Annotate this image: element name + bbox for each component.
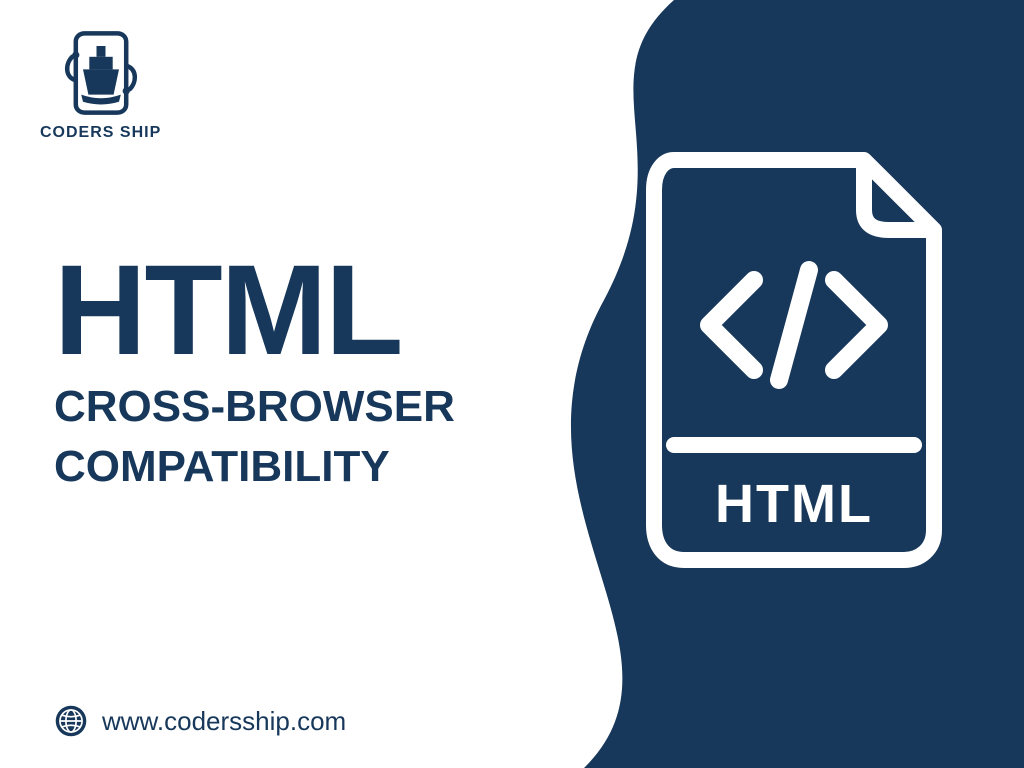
- headline-block: HTML CROSS-BROWSER COMPATIBILITY: [54, 250, 455, 493]
- headline-title: HTML: [54, 250, 455, 372]
- brand-name: CODERS SHIP: [40, 124, 161, 142]
- headline-subtitle-line2: COMPATIBILITY: [54, 442, 455, 493]
- website-url: www.codersship.com: [102, 706, 346, 737]
- globe-icon: [54, 704, 88, 738]
- ship-logo-icon: [56, 28, 146, 118]
- file-type-label: HTML: [634, 473, 954, 535]
- footer: www.codersship.com: [54, 704, 346, 738]
- html-file-illustration: HTML: [634, 150, 954, 570]
- headline-subtitle-line1: CROSS-BROWSER: [54, 382, 455, 433]
- promo-graphic: CODERS SHIP HTML CROSS-BROWSER COMPATIBI…: [0, 0, 1024, 768]
- brand-logo: CODERS SHIP: [40, 28, 161, 142]
